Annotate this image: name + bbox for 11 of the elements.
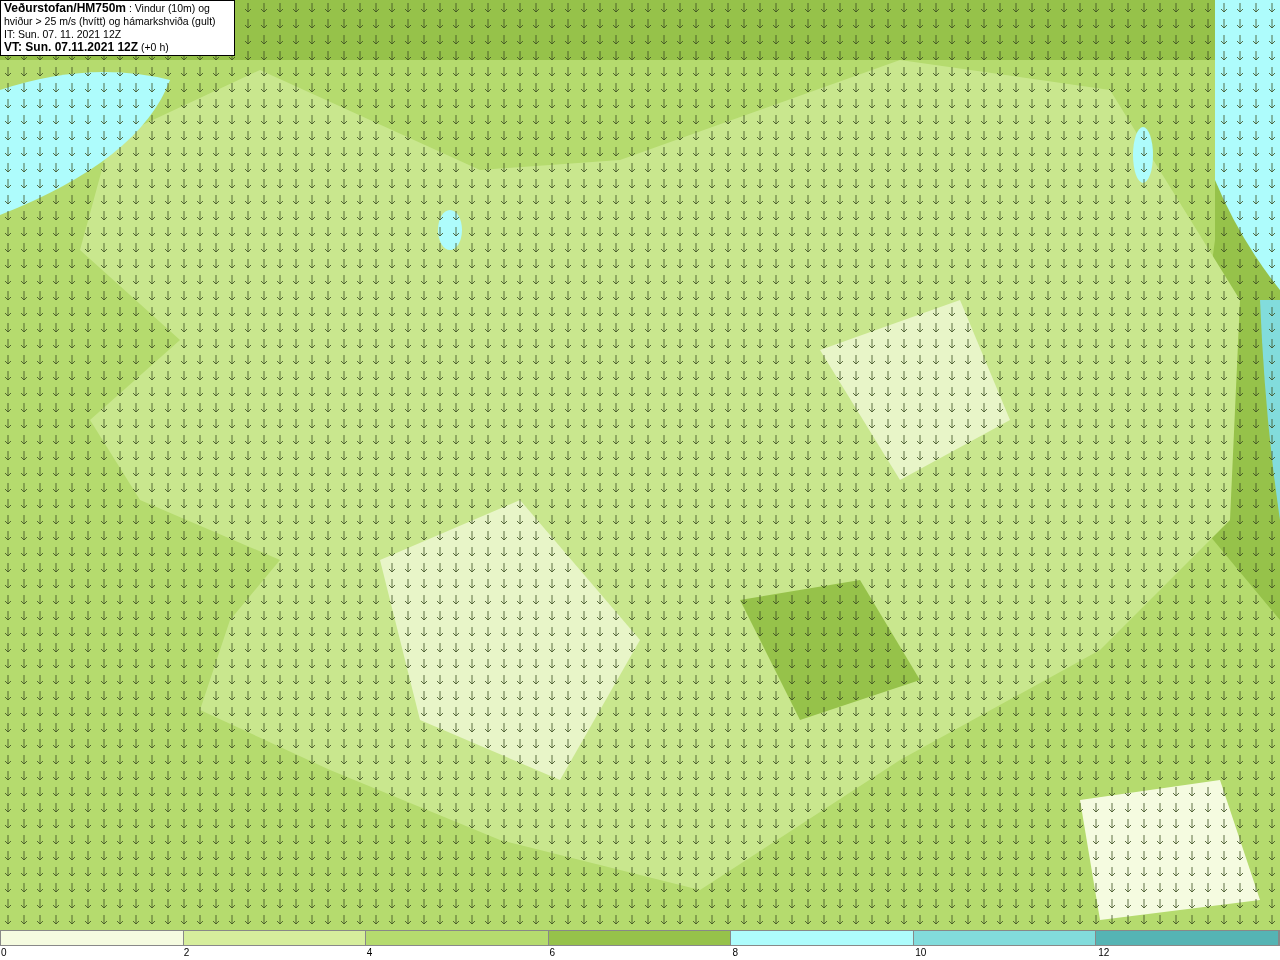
legend-tick-label: 6 xyxy=(549,946,556,960)
legend-tick-label: 12 xyxy=(1098,946,1110,960)
legend-tick-label: 8 xyxy=(732,946,738,960)
title-line: hviður > 25 m/s (hvítt) og hámarkshviða (gult) xyxy=(4,15,217,28)
title-line: IT: Sun. 07. 11. 2021 12Z xyxy=(4,28,123,41)
title-line: Veðurstofan/HM750m : Vindur (10m) og xyxy=(4,2,211,15)
legend-tick-label: 0 xyxy=(1,946,7,960)
legend-tick-label: 4 xyxy=(366,946,373,960)
legend-tick-label: 10 xyxy=(915,946,927,960)
legend-tick-label: 2 xyxy=(183,946,190,960)
title-line: VT: Sun. 07.11.2021 12Z (+0 h) xyxy=(4,41,170,54)
